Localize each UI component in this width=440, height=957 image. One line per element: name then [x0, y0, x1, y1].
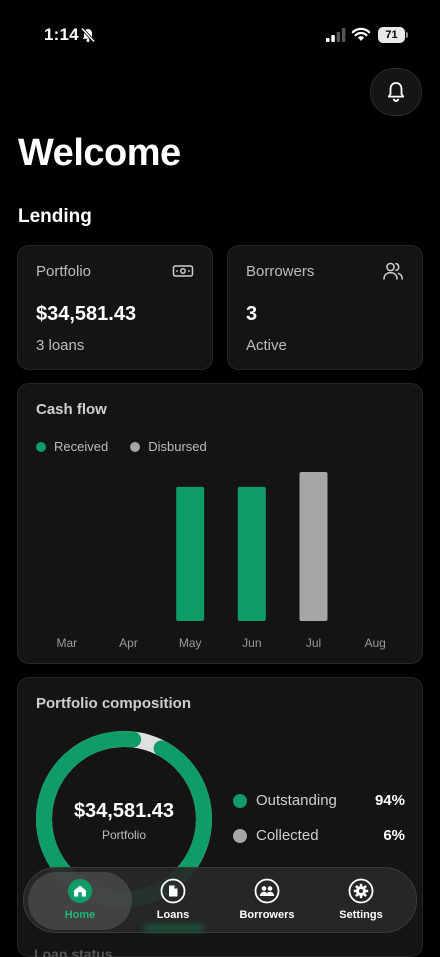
nav-item-home[interactable]: Home [35, 878, 125, 928]
bell-icon [387, 82, 405, 102]
status-time: 1:14 [44, 25, 79, 44]
collected-label: Collected [256, 827, 319, 844]
battery-indicator: 71 [378, 27, 408, 43]
portfolio-card[interactable]: Portfolio $34,581.43 3 loans [17, 245, 213, 370]
borrowers-label: Borrowers [246, 263, 315, 280]
battery-level: 71 [378, 27, 405, 43]
outstanding-dot [233, 794, 247, 808]
collected-dot [233, 829, 247, 843]
bar-received-jun [237, 486, 266, 621]
nav-item-settings[interactable]: Settings [316, 878, 406, 928]
nav-label-loans: Loans [156, 909, 190, 921]
users-icon [383, 262, 403, 280]
bar-disbursed-jul [299, 472, 328, 621]
nav-label-home: Home [64, 909, 96, 921]
donut-center-label: Portfolio [101, 828, 147, 842]
borrowers-value: 3 [246, 303, 258, 325]
composition-row-collected: Collected 6% [233, 825, 405, 847]
collected-pct: 6% [383, 827, 405, 844]
home-icon [68, 879, 92, 903]
cash-icon [172, 265, 194, 277]
x-tick-jul: Jul [306, 636, 321, 650]
notifications-button[interactable] [370, 68, 422, 116]
borrowers-sub: Active [246, 337, 287, 354]
bell-off-icon [80, 27, 96, 43]
nav-item-borrowers[interactable]: Borrowers [222, 878, 312, 928]
x-tick-apr: Apr [119, 636, 138, 650]
x-tick-jun: Jun [242, 636, 261, 650]
portfolio-value: $34,581.43 [36, 303, 137, 325]
wifi-icon [351, 27, 371, 41]
bar-received-may [176, 486, 205, 621]
donut-center-value: $34,581.43 [73, 800, 175, 822]
cash-flow-card: Cash flow Received Disbursed Mar Apr May Ju… [17, 383, 423, 664]
x-tick-mar: Mar [56, 636, 77, 650]
bottom-navigation: Home Loans Borrowers Settings [23, 867, 417, 933]
nav-label-borrowers: Borrowers [239, 909, 295, 921]
page-title: Welcome [18, 132, 181, 174]
gear-icon [348, 878, 374, 904]
borrowers-card[interactable]: Borrowers 3 Active [227, 245, 423, 370]
cash-flow-chart: Mar Apr May Jun Jul Aug [56, 472, 386, 650]
document-icon [160, 878, 186, 904]
cellular-signal-icon [326, 28, 346, 42]
loan-status-heading: Loan status [34, 946, 113, 957]
battery-tip [406, 32, 408, 38]
x-tick-may: May [179, 636, 202, 650]
section-title-lending: Lending [18, 206, 92, 227]
x-tick-aug: Aug [364, 636, 385, 650]
outstanding-pct: 94% [374, 792, 405, 809]
nav-label-settings: Settings [339, 909, 383, 921]
outstanding-label: Outstanding [256, 792, 337, 809]
nav-item-loans[interactable]: Loans [128, 878, 218, 928]
portfolio-label: Portfolio [36, 263, 92, 280]
portfolio-sub: 3 loans [36, 337, 85, 354]
composition-row-outstanding: Outstanding 94% [233, 790, 405, 812]
status-bar: 1:14 71 [0, 0, 440, 64]
users-icon [254, 878, 280, 904]
